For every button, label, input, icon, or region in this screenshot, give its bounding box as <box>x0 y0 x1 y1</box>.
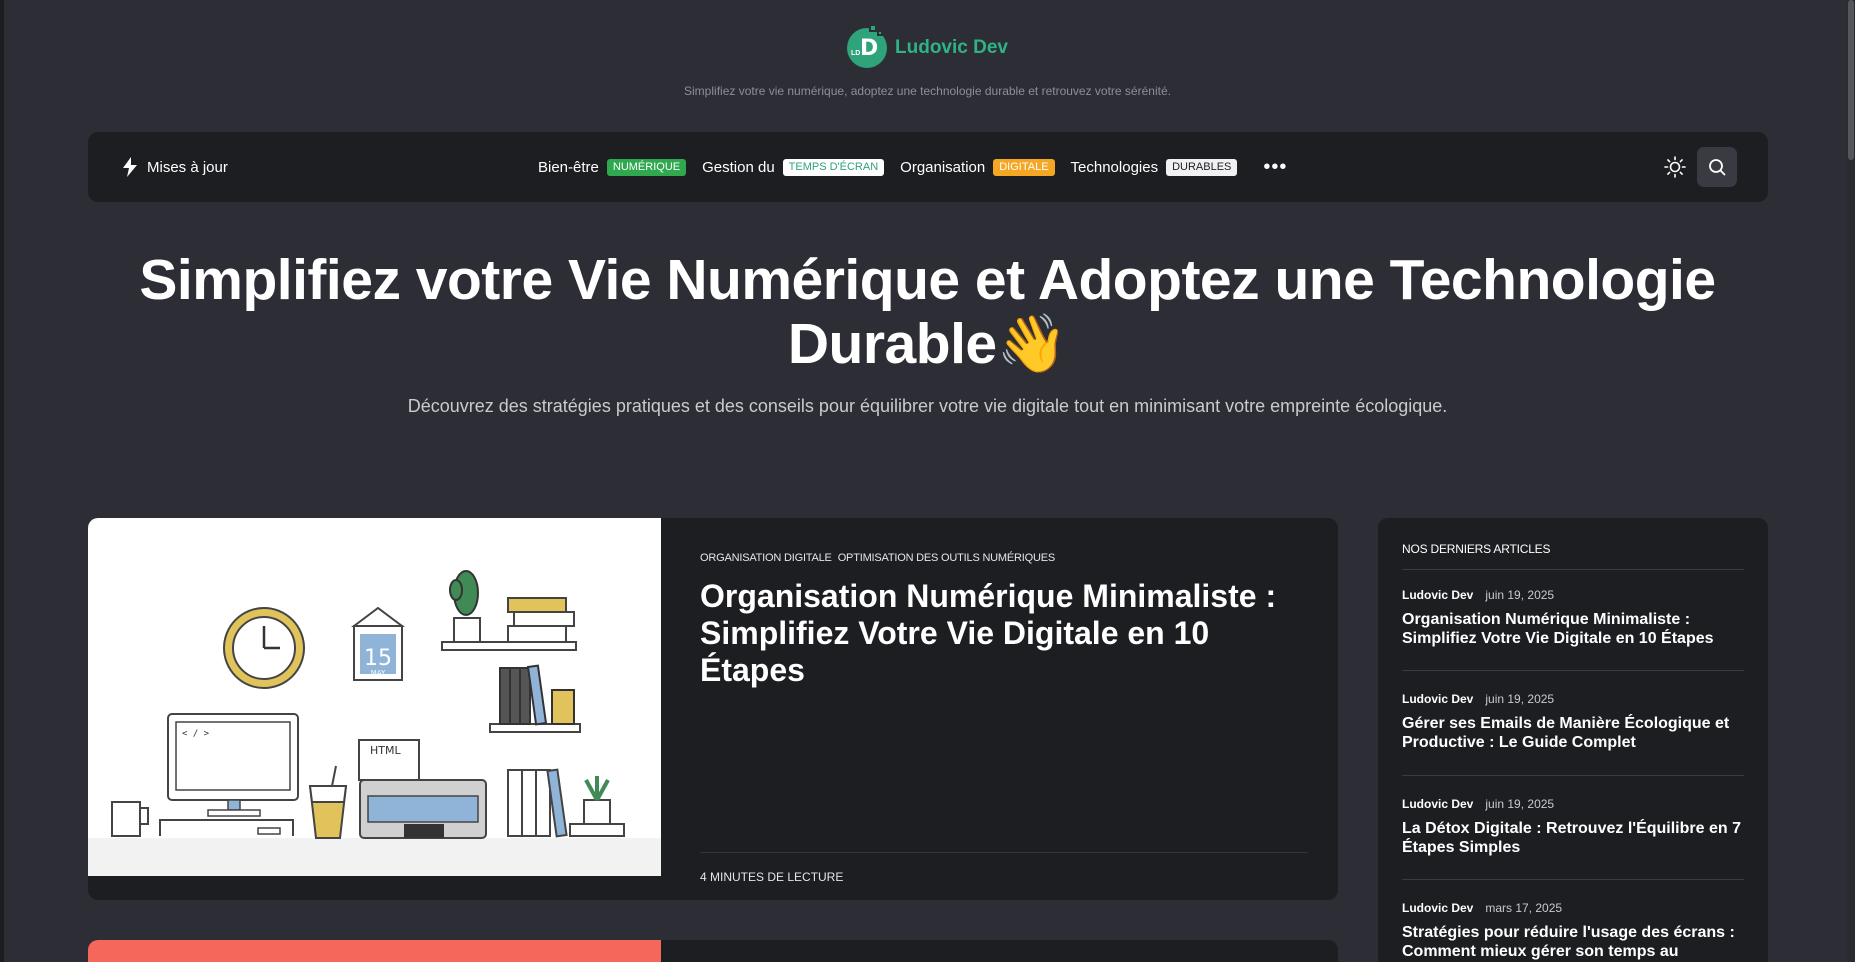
article-author[interactable]: Ludovic Dev <box>1402 588 1473 602</box>
nav-item-label: Gestion du <box>702 158 775 176</box>
search-button[interactable] <box>1697 147 1737 187</box>
article-card-image[interactable] <box>88 940 661 962</box>
nav-item-technologies[interactable]: Technologies DURABLES <box>1070 158 1238 176</box>
more-menu-button[interactable]: ••• <box>1263 157 1287 177</box>
article-author[interactable]: Ludovic Dev <box>1402 692 1473 706</box>
article-title[interactable]: Stratégies pour réduire l'usage des écra… <box>1402 923 1744 961</box>
divider <box>1402 775 1744 776</box>
article-title[interactable]: Organisation Numérique Minimaliste : Sim… <box>1402 610 1744 648</box>
nav-badge: NUMÉRIQUE <box>606 158 687 176</box>
article-date: juin 19, 2025 <box>1485 692 1555 706</box>
scrollbar-thumb[interactable] <box>1848 0 1854 160</box>
article-meta: Ludovic Dev juin 19, 2025 <box>1402 588 1744 602</box>
article-author[interactable]: Ludovic Dev <box>1402 797 1473 811</box>
nav-item-label: Organisation <box>900 158 986 176</box>
waving-hand-icon: 👋 <box>996 312 1068 376</box>
category-tag[interactable]: OPTIMISATION DES OUTILS NUMÉRIQUES <box>838 552 1056 564</box>
sidebar-article[interactable]: Ludovic Dev juin 19, 2025 La Détox Digit… <box>1402 797 1744 857</box>
hero-title: Simplifiez votre Vie Numérique et Adopte… <box>100 248 1755 376</box>
nav-badge: DIGITALE <box>993 158 1055 176</box>
nav-item-bien-etre[interactable]: Bien-être NUMÉRIQUE <box>538 158 687 176</box>
logo-small-text: LD <box>851 50 861 57</box>
site-brand[interactable]: D LD Ludovic Dev <box>0 24 1855 68</box>
divider <box>1402 879 1744 880</box>
article-meta: Ludovic Dev mars 17, 2025 <box>1402 901 1744 915</box>
site-tagline: Simplifiez votre vie numérique, adoptez … <box>684 84 1171 98</box>
monitor-code-text: < / > <box>182 729 210 739</box>
nav-item-label: Technologies <box>1070 158 1159 176</box>
nav-menu: Bien-être NUMÉRIQUE Gestion du TEMPS D'É… <box>538 132 1287 202</box>
nav-badge: DURABLES <box>1166 158 1238 176</box>
article-author[interactable]: Ludovic Dev <box>1402 901 1473 915</box>
calendar-day: 15 <box>364 646 392 671</box>
article-categories: ORGANISATION DIGITALE OPTIMISATION DES O… <box>700 552 1055 564</box>
nav-badge: TEMPS D'ÉCRAN <box>782 158 885 176</box>
article-meta: Ludovic Dev juin 19, 2025 <box>1402 692 1744 706</box>
divider <box>700 852 1308 853</box>
article-date: mars 17, 2025 <box>1485 901 1563 915</box>
nav-item-organisation[interactable]: Organisation DIGITALE <box>900 158 1055 176</box>
brand-name[interactable]: Ludovic Dev <box>895 37 1008 59</box>
scrollbar[interactable] <box>1847 0 1855 962</box>
latest-articles-sidebar: NOS DERNIERS ARTICLES Ludovic Dev juin 1… <box>1378 518 1768 962</box>
sidebar-article[interactable]: Ludovic Dev juin 19, 2025 Gérer ses Emai… <box>1402 692 1744 752</box>
article-title[interactable]: Gérer ses Emails de Manière Écologique e… <box>1402 714 1744 752</box>
featured-article-image[interactable]: 15 MAY < / > HTML <box>88 518 661 876</box>
category-tag[interactable]: ORGANISATION DIGITALE <box>700 552 832 564</box>
calendar-month: MAY <box>371 669 386 677</box>
updates-label: Mises à jour <box>147 158 228 176</box>
featured-article-card[interactable]: 15 MAY < / > HTML ORGANISATION DIGITALE … <box>88 518 1338 900</box>
sidebar-article[interactable]: Ludovic Dev mars 17, 2025 Stratégies pou… <box>1402 901 1744 961</box>
hero-title-line2: Durable <box>787 312 997 376</box>
sidebar-title: NOS DERNIERS ARTICLES <box>1402 542 1551 556</box>
updates-link[interactable]: Mises à jour <box>122 132 228 202</box>
article-title[interactable]: La Détox Digitale : Retrouvez l'Équilibr… <box>1402 819 1744 857</box>
nav-item-gestion[interactable]: Gestion du TEMPS D'ÉCRAN <box>702 158 885 176</box>
article-date: juin 19, 2025 <box>1485 797 1555 811</box>
search-icon <box>1709 159 1726 176</box>
featured-article-body: ORGANISATION DIGITALE OPTIMISATION DES O… <box>700 518 1308 900</box>
article-date: juin 19, 2025 <box>1485 588 1555 602</box>
sun-icon[interactable] <box>1663 155 1687 179</box>
paper-label: HTML <box>370 744 401 757</box>
hero-title-line1: Simplifiez votre Vie Numérique et Adopte… <box>139 248 1716 312</box>
nav-item-label: Bien-être <box>538 158 599 176</box>
article-meta: Ludovic Dev juin 19, 2025 <box>1402 797 1744 811</box>
read-time: 4 MINUTES DE LECTURE <box>700 870 844 884</box>
logo-icon: D LD <box>847 24 887 68</box>
bolt-icon <box>123 157 137 177</box>
article-card[interactable] <box>88 940 1338 962</box>
hero-subtitle: Découvrez des stratégies pratiques et de… <box>407 396 1448 416</box>
window-left-edge <box>0 0 4 962</box>
sidebar-article[interactable]: Ludovic Dev juin 19, 2025 Organisation N… <box>1402 588 1744 648</box>
featured-article-title[interactable]: Organisation Numérique Minimaliste : Sim… <box>700 578 1300 689</box>
main-navbar: Mises à jour Bien-être NUMÉRIQUE Gestion… <box>88 132 1768 202</box>
divider <box>1402 569 1744 570</box>
divider <box>1402 670 1744 671</box>
